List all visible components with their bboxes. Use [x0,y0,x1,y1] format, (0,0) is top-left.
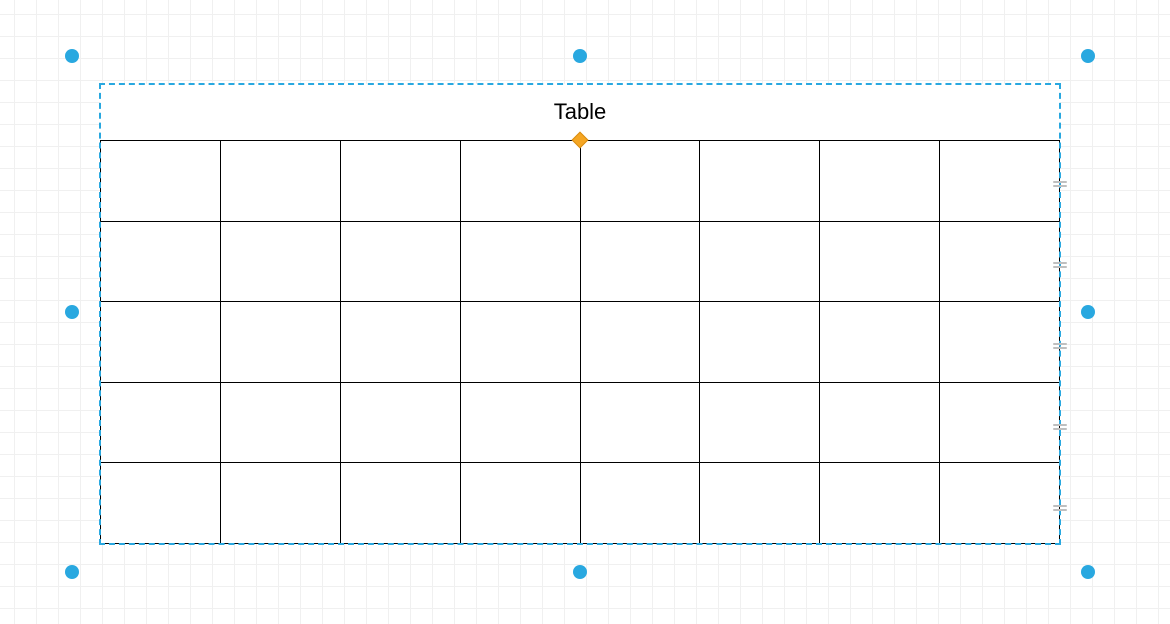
table-cell[interactable] [820,463,940,544]
resize-handle-sw[interactable] [65,565,79,579]
table-cell[interactable] [820,141,940,222]
resize-handle-nw[interactable] [65,49,79,63]
resize-handle-se[interactable] [1081,565,1095,579]
table-grid[interactable] [100,140,1060,544]
table-cell[interactable] [101,382,221,463]
table-cell[interactable] [940,463,1060,544]
resize-handle-ne[interactable] [1081,49,1095,63]
table-cell[interactable] [340,382,460,463]
table-cell[interactable] [700,463,820,544]
table-cell[interactable] [101,141,221,222]
table-cell[interactable] [940,221,1060,302]
table-cell[interactable] [820,302,940,383]
diagram-canvas[interactable]: Table [0,0,1170,624]
table-title-text[interactable]: Table [554,99,607,125]
row-divider-handle[interactable] [1053,180,1067,188]
table-cell[interactable] [820,221,940,302]
table-cell[interactable] [460,463,580,544]
resize-handle-e[interactable] [1081,305,1095,319]
table-cell[interactable] [580,141,700,222]
table-cell[interactable] [580,463,700,544]
table-cell[interactable] [220,221,340,302]
table-row[interactable] [101,382,1060,463]
row-divider-handle[interactable] [1053,261,1067,269]
table-cell[interactable] [220,463,340,544]
table-cell[interactable] [820,382,940,463]
table-cell[interactable] [580,221,700,302]
table-row[interactable] [101,302,1060,383]
table-cell[interactable] [340,221,460,302]
table-cell[interactable] [220,382,340,463]
table-cell[interactable] [700,141,820,222]
table-cell[interactable] [340,141,460,222]
table-cell[interactable] [220,302,340,383]
table-cell[interactable] [460,221,580,302]
table-cell[interactable] [700,221,820,302]
table-cell[interactable] [101,463,221,544]
table-cell[interactable] [340,463,460,544]
table-cell[interactable] [101,302,221,383]
table-shape[interactable]: Table [100,84,1060,544]
row-divider-handle[interactable] [1053,342,1067,350]
table-cell[interactable] [580,302,700,383]
table-cell[interactable] [460,382,580,463]
table-cell[interactable] [340,302,460,383]
table-row[interactable] [101,463,1060,544]
resize-handle-n[interactable] [573,49,587,63]
table-cell[interactable] [220,141,340,222]
table-row[interactable] [101,141,1060,222]
resize-handle-s[interactable] [573,565,587,579]
table-cell[interactable] [940,141,1060,222]
table-cell[interactable] [700,302,820,383]
row-divider-handle[interactable] [1053,423,1067,431]
table-cell[interactable] [700,382,820,463]
table-cell[interactable] [460,141,580,222]
table-cell[interactable] [460,302,580,383]
row-divider-handle[interactable] [1053,504,1067,512]
table-row[interactable] [101,221,1060,302]
table-cell[interactable] [101,221,221,302]
table-cell[interactable] [940,382,1060,463]
table-cell[interactable] [940,302,1060,383]
resize-handle-w[interactable] [65,305,79,319]
table-cell[interactable] [580,382,700,463]
